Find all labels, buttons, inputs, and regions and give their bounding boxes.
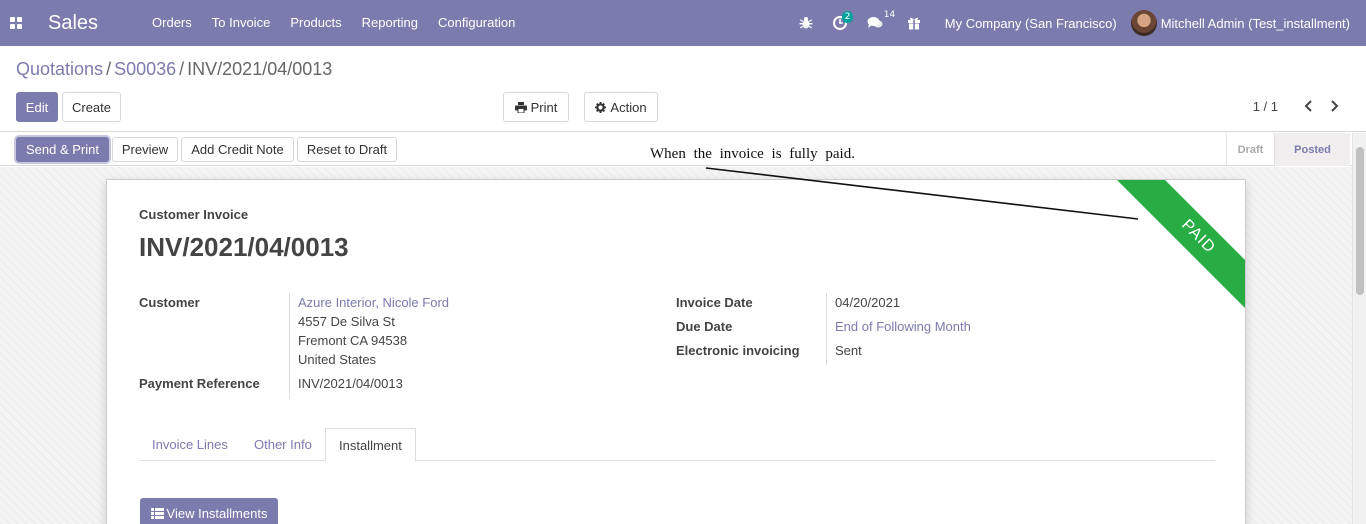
breadcrumb-order[interactable]: S00036 xyxy=(114,59,176,79)
invoice-sheet: PAID Customer Invoice INV/2021/04/0013 C… xyxy=(106,179,1246,524)
breadcrumb: Quotations / S00036/INV/2021/04/0013 xyxy=(16,59,332,80)
company-switcher[interactable]: My Company (San Francisco) xyxy=(931,16,1131,31)
page-scrollbar[interactable] xyxy=(1352,133,1366,524)
field-divider xyxy=(289,293,290,399)
main-menu: Orders To Invoice Products Reporting Con… xyxy=(142,0,525,46)
print-label: Print xyxy=(530,99,558,115)
print-button[interactable]: Print xyxy=(503,92,569,122)
invoice-date-label: Invoice Date xyxy=(676,295,753,310)
preview-button[interactable]: Preview xyxy=(112,137,178,162)
tab-other-info[interactable]: Other Info xyxy=(241,428,325,461)
menu-reporting[interactable]: Reporting xyxy=(352,0,428,46)
notebook-tabs: Invoice Lines Other Info Installment xyxy=(139,428,1215,462)
customer-link[interactable]: Azure Interior, Nicole Ford xyxy=(298,295,449,310)
debug-bug-icon[interactable] xyxy=(789,0,823,46)
breadcrumb-separator: / xyxy=(106,59,112,79)
user-menu[interactable]: Mitchell Admin (Test_installment) xyxy=(1130,10,1366,36)
user-avatar xyxy=(1130,10,1157,36)
menu-configuration[interactable]: Configuration xyxy=(428,0,525,46)
edit-button[interactable]: Edit xyxy=(16,92,58,122)
create-button[interactable]: Create xyxy=(62,92,121,122)
pager-value[interactable]: 1 / 1 xyxy=(1253,99,1278,114)
payment-reference-value: INV/2021/04/0013 xyxy=(298,376,403,391)
pager-next-icon[interactable] xyxy=(1325,96,1345,116)
customer-address-street: 4557 De Silva St xyxy=(298,314,395,329)
view-installments-label: View Installments xyxy=(166,505,268,521)
menu-products[interactable]: Products xyxy=(280,0,351,46)
send-print-button[interactable]: Send & Print xyxy=(16,137,109,162)
top-navbar: Sales Orders To Invoice Products Reporti… xyxy=(0,0,1366,46)
breadcrumb-quotations[interactable]: Quotations xyxy=(16,59,103,79)
due-date-label: Due Date xyxy=(676,319,733,334)
action-button[interactable]: Action xyxy=(584,92,658,122)
reset-to-draft-button[interactable]: Reset to Draft xyxy=(297,137,397,162)
electronic-invoicing-label: Electronic invoicing xyxy=(676,343,800,358)
stage-posted[interactable]: Posted xyxy=(1274,133,1350,166)
stage-draft[interactable]: Draft xyxy=(1226,133,1274,166)
menu-to-invoice[interactable]: To Invoice xyxy=(202,0,281,46)
breadcrumb-separator: / xyxy=(179,59,185,79)
customer-label: Customer xyxy=(139,295,200,310)
list-icon xyxy=(150,507,164,519)
activity-clock-icon[interactable]: 2 xyxy=(823,0,857,46)
action-label: Action xyxy=(610,99,647,115)
payment-reference-label: Payment Reference xyxy=(139,376,260,391)
electronic-invoicing-value: Sent xyxy=(835,343,862,358)
invoice-type-label: Customer Invoice xyxy=(139,207,249,222)
annotation-note: When the invoice is fully paid. xyxy=(650,146,855,162)
activity-count-badge: 2 xyxy=(841,11,854,23)
view-installments-button[interactable]: View Installments xyxy=(140,498,278,524)
add-credit-note-button[interactable]: Add Credit Note xyxy=(181,137,294,162)
field-divider xyxy=(826,293,827,365)
messages-count-badge: 14 xyxy=(883,10,896,20)
navbar-systray: 2 14 My Company (San Francisco) Mitchell… xyxy=(789,0,1366,46)
due-date-link[interactable]: End of Following Month xyxy=(835,319,971,334)
tab-installment[interactable]: Installment xyxy=(325,428,416,462)
gear-icon xyxy=(595,101,607,113)
invoice-date-value: 04/20/2021 xyxy=(835,295,901,310)
scrollbar-thumb[interactable] xyxy=(1356,147,1364,295)
invoice-title: INV/2021/04/0013 xyxy=(139,232,349,262)
messages-chat-icon[interactable]: 14 xyxy=(857,0,897,46)
paid-ribbon: PAID xyxy=(1103,180,1245,322)
apps-menu-icon[interactable] xyxy=(0,0,32,46)
customer-address-country: United States xyxy=(298,352,377,367)
control-panel: Quotations / S00036/INV/2021/04/0013 Edit … xyxy=(0,46,1366,132)
gift-icon[interactable] xyxy=(897,0,931,46)
printer-icon xyxy=(514,101,527,113)
tab-invoice-lines[interactable]: Invoice Lines xyxy=(139,428,241,461)
menu-orders[interactable]: Orders xyxy=(142,0,202,46)
breadcrumb-current: INV/2021/04/0013 xyxy=(187,59,333,79)
pager-previous-icon[interactable] xyxy=(1298,96,1318,116)
ribbon-label: PAID xyxy=(1104,180,1245,322)
customer-address-city: Fremont CA 94538 xyxy=(298,333,408,348)
app-title[interactable]: Sales xyxy=(32,12,114,35)
user-name: Mitchell Admin (Test_installment) xyxy=(1160,15,1350,31)
